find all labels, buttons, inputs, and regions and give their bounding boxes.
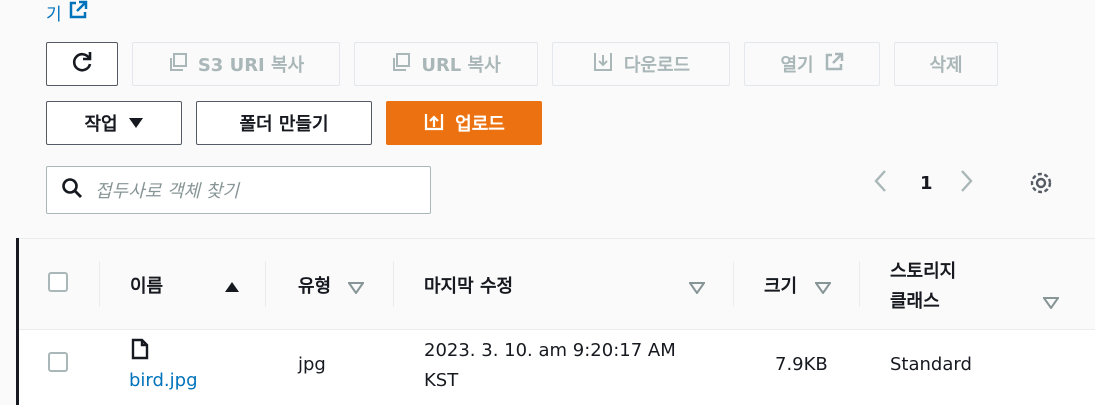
external-link[interactable]: 기 xyxy=(46,0,88,25)
table-header: 이름 유형 마지막 수정 크기 스토리지 클래스 xyxy=(19,238,1095,330)
file-name-link[interactable]: bird.jpg xyxy=(129,370,198,391)
column-divider xyxy=(99,261,100,307)
open-label: 열기 xyxy=(780,55,814,76)
caret-down-icon xyxy=(128,113,144,134)
row-checkbox[interactable] xyxy=(48,352,68,372)
copy-s3-uri-label: S3 URI 복사 xyxy=(197,55,305,76)
download-label: 다운로드 xyxy=(623,55,691,76)
file-icon xyxy=(131,338,149,364)
upload-button[interactable]: 업로드 xyxy=(386,101,542,145)
settings-gear-icon[interactable] xyxy=(1028,170,1054,200)
select-all-checkbox[interactable] xyxy=(48,272,68,292)
actions-dropdown[interactable]: 작업 xyxy=(46,101,182,145)
column-header-storage-class-line1[interactable]: 스토리지 xyxy=(890,257,956,283)
create-folder-button[interactable]: 폴더 만들기 xyxy=(196,101,372,145)
open-button[interactable]: 열기 xyxy=(744,42,880,86)
search-placeholder: 접두사로 객체 찾기 xyxy=(95,181,239,202)
column-divider xyxy=(393,261,394,307)
sort-icon[interactable] xyxy=(688,279,706,298)
search-input[interactable]: 접두사로 객체 찾기 xyxy=(46,166,431,214)
upload-label: 업로드 xyxy=(455,114,505,135)
table-row: bird.jpg jpg 2023. 3. 10. am 9:20:17 AM … xyxy=(19,330,1095,405)
column-header-name[interactable]: 이름 xyxy=(130,272,163,298)
column-header-size[interactable]: 크기 xyxy=(764,272,797,298)
copy-s3-uri-button[interactable]: S3 URI 복사 xyxy=(132,42,340,86)
search-icon xyxy=(61,177,83,203)
download-button[interactable]: 다운로드 xyxy=(552,42,730,86)
copy-url-button[interactable]: URL 복사 xyxy=(354,42,538,86)
download-icon xyxy=(592,51,614,78)
objects-table: 이름 유형 마지막 수정 크기 스토리지 클래스 bird.jpg jpg 20… xyxy=(16,238,1095,405)
refresh-icon xyxy=(69,49,95,80)
actions-label: 작업 xyxy=(84,114,118,135)
column-divider xyxy=(265,261,266,307)
current-page[interactable]: 1 xyxy=(920,173,933,194)
copy-url-label: URL 복사 xyxy=(421,55,501,76)
sort-icon[interactable] xyxy=(814,279,832,298)
external-link-icon xyxy=(68,0,88,25)
last-modified-line1: 2023. 3. 10. am 9:20:17 AM xyxy=(424,340,676,361)
external-link-label: 기 xyxy=(46,4,62,25)
column-divider xyxy=(859,261,860,307)
previous-page-icon[interactable] xyxy=(872,168,896,198)
file-size: 7.9KB xyxy=(775,354,828,375)
storage-class: Standard xyxy=(890,354,972,375)
delete-label: 삭제 xyxy=(929,55,963,76)
copy-icon xyxy=(168,52,188,77)
refresh-button[interactable] xyxy=(46,42,118,86)
column-header-last-modified[interactable]: 마지막 수정 xyxy=(424,272,513,298)
upload-icon xyxy=(423,110,445,137)
last-modified-line2: KST xyxy=(424,370,459,391)
file-type: jpg xyxy=(298,354,326,375)
delete-button[interactable]: 삭제 xyxy=(894,42,998,86)
sort-ascending-icon[interactable] xyxy=(224,278,240,297)
create-folder-label: 폴더 만들기 xyxy=(239,114,329,135)
next-page-icon[interactable] xyxy=(957,168,981,198)
sort-icon[interactable] xyxy=(347,279,365,298)
pagination: 1 xyxy=(872,166,981,200)
external-link-icon xyxy=(824,52,844,77)
column-header-type[interactable]: 유형 xyxy=(298,272,331,298)
column-divider xyxy=(733,261,734,307)
copy-icon xyxy=(391,52,411,77)
sort-icon[interactable] xyxy=(1042,294,1060,313)
column-header-storage-class-line2[interactable]: 클래스 xyxy=(890,287,940,313)
